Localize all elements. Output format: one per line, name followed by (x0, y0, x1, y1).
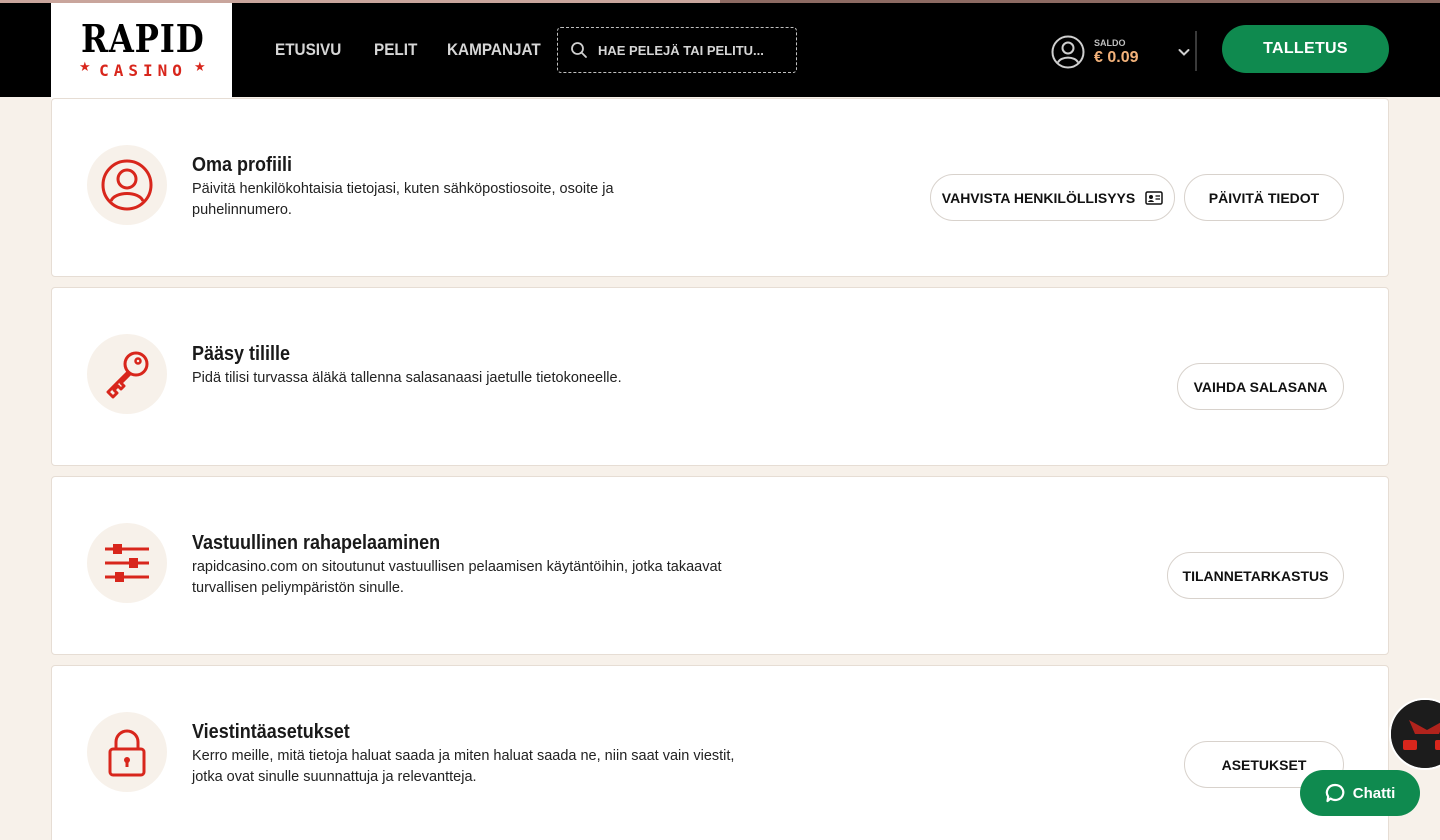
logo-wordmark: RAPID (81, 16, 205, 61)
search-icon (571, 42, 587, 58)
logo[interactable]: RAPID ★ CASINO ★ (51, 3, 232, 111)
button-label: VAIHDA SALASANA (1193, 378, 1328, 395)
user-icon (101, 159, 153, 211)
profile-icon-circle (87, 145, 167, 225)
account-balance[interactable]: SALDO € 0.09 (1051, 35, 1190, 69)
account-icon (1051, 35, 1085, 69)
nav-games[interactable]: PELIT (374, 40, 417, 60)
search-box[interactable] (557, 27, 797, 73)
chat-bubble-icon (1325, 783, 1345, 803)
main-nav: ETUSIVU PELIT KAMPANJAT (275, 40, 551, 60)
button-label: PÄIVITÄ TIEDOT (1208, 189, 1320, 206)
star-icon: ★ (194, 60, 206, 75)
balance-amount: € 0.09 (1094, 48, 1139, 66)
section-description: Päivitä henkilökohtaisia tietojasi, kute… (192, 181, 614, 218)
section-description: rapidcasino.com on sitoutunut vastuullis… (192, 559, 722, 596)
gaming-icon-circle (87, 523, 167, 603)
id-card-icon (1145, 190, 1163, 205)
nav-promotions[interactable]: KAMPANJAT (447, 40, 541, 60)
button-label: TILANNETARKASTUS (1182, 567, 1329, 584)
chat-button[interactable]: Chatti (1300, 770, 1420, 816)
avatar-icon (1391, 700, 1440, 768)
search-input[interactable] (598, 42, 778, 58)
access-icon-circle (87, 334, 167, 414)
loading-bar (0, 0, 720, 3)
section-title: Oma profiili (192, 154, 293, 176)
chat-label: Chatti (1352, 784, 1396, 802)
section-description: Pidä tilisi turvassa äläkä tallenna sala… (192, 370, 622, 386)
nav-home[interactable]: ETUSIVU (275, 40, 341, 60)
chevron-down-icon[interactable] (1177, 45, 1191, 59)
verify-identity-button[interactable]: VAHVISTA HENKILÖLLISYYS (930, 174, 1175, 221)
lock-icon (108, 729, 146, 777)
loading-bar-track (720, 0, 1440, 3)
responsible-gaming-card: Vastuullinen rahapelaaminen rapidcasino.… (51, 476, 1389, 655)
deposit-button[interactable]: TALLETUS (1222, 25, 1389, 73)
section-title: Vastuullinen rahapelaaminen (192, 532, 441, 554)
balance-label: SALDO (1094, 37, 1126, 48)
communication-icon-circle (87, 712, 167, 792)
change-password-button[interactable]: VAIHDA SALASANA (1177, 363, 1344, 410)
logo-subtitle: CASINO (99, 61, 187, 80)
button-label: ASETUKSET (1221, 756, 1307, 773)
header-divider (1195, 31, 1197, 71)
button-label: VAHVISTA HENKILÖLLISYYS (941, 189, 1136, 206)
account-access-card: Pääsy tilille Pidä tilisi turvassa äläkä… (51, 287, 1389, 466)
section-title: Pääsy tilille (192, 343, 291, 365)
key-icon (106, 351, 149, 399)
chat-agent-avatar[interactable] (1389, 698, 1440, 770)
profile-card: Oma profiili Päivitä henkilökohtaisia ti… (51, 98, 1389, 277)
section-title: Viestintäasetukset (192, 721, 350, 743)
status-check-button[interactable]: TILANNETARKASTUS (1167, 552, 1344, 599)
section-description: Kerro meille, mitä tietoja haluat saada … (192, 748, 735, 785)
communication-card: Viestintäasetukset Kerro meille, mitä ti… (51, 665, 1389, 840)
sliders-icon (105, 544, 149, 582)
update-details-button[interactable]: PÄIVITÄ TIEDOT (1184, 174, 1344, 221)
